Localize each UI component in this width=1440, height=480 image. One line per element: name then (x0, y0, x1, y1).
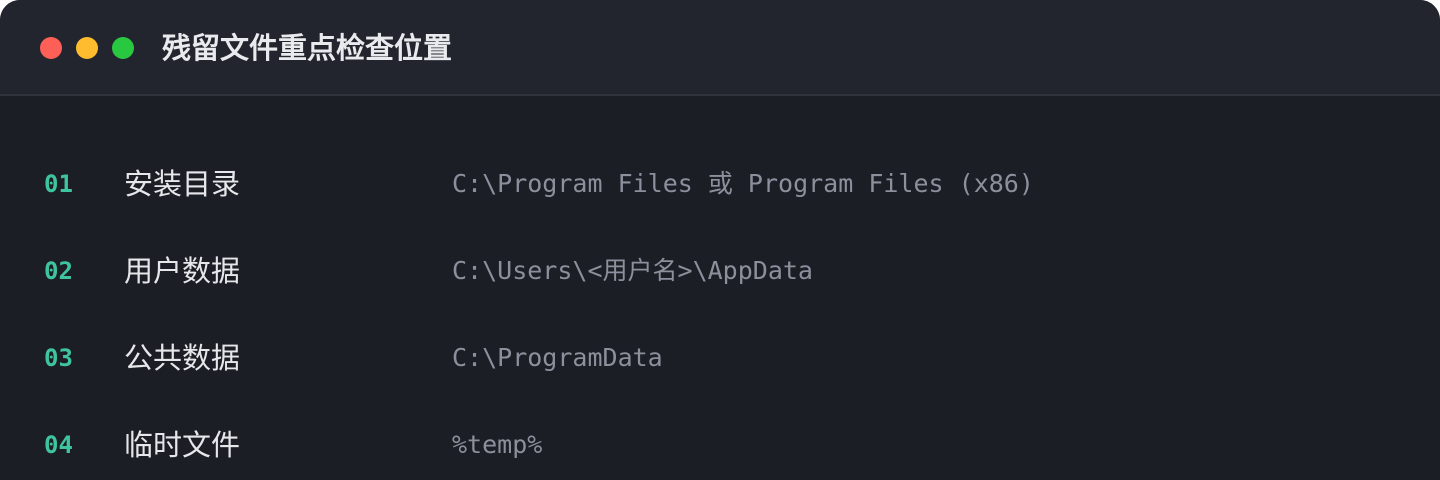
zoom-window-button[interactable] (112, 37, 134, 59)
window-title: 残留文件重点检查位置 (162, 31, 453, 65)
close-window-button[interactable] (40, 37, 62, 59)
item-label: 用户数据 (124, 254, 241, 288)
list-item: 02 用户数据 C:\Users\<用户名>\AppData (0, 241, 1440, 301)
item-path: C:\Users\<用户名>\AppData (452, 256, 813, 285)
item-number: 04 (44, 431, 73, 459)
item-number: 01 (44, 170, 73, 198)
item-number: 02 (44, 257, 73, 285)
item-label: 安装目录 (124, 167, 241, 201)
title-bar: 残留文件重点检查位置 (0, 0, 1440, 96)
list-item: 04 临时文件 %temp% (0, 415, 1440, 475)
item-path: %temp% (452, 430, 543, 459)
list-item: 01 安装目录 C:\Program Files 或 Program Files… (0, 154, 1440, 214)
list-item: 03 公共数据 C:\ProgramData (0, 328, 1440, 388)
app-window: 残留文件重点检查位置 01 安装目录 C:\Program Files 或 Pr… (0, 0, 1440, 480)
item-number: 03 (44, 344, 73, 372)
item-path: C:\ProgramData (452, 343, 663, 372)
item-label: 临时文件 (124, 428, 241, 462)
minimize-window-button[interactable] (76, 37, 98, 59)
item-path: C:\Program Files 或 Program Files (x86) (452, 169, 1034, 198)
item-label: 公共数据 (124, 341, 241, 375)
